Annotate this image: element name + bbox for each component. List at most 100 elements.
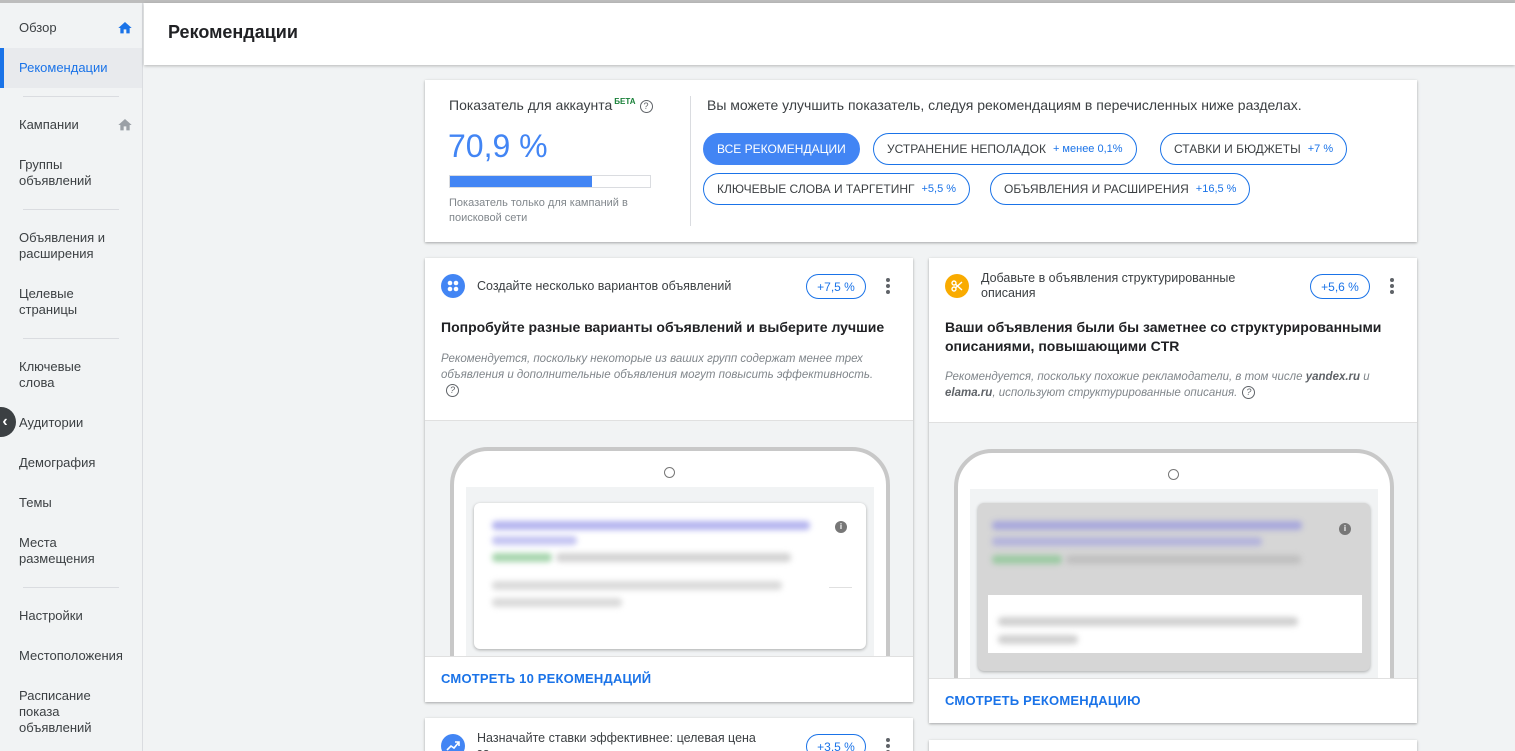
info-icon: i bbox=[1339, 523, 1351, 535]
trending-up-icon bbox=[441, 734, 465, 751]
blurred-headline bbox=[492, 521, 810, 530]
competitor-domain: elama.ru bbox=[945, 387, 993, 399]
score-note: Показатель только для кампаний в поисков… bbox=[449, 197, 628, 224]
more-options-icon[interactable] bbox=[886, 738, 890, 751]
sidebar-item-topics[interactable]: Темы bbox=[0, 495, 142, 511]
chip-label: СТАВКИ И БЮДЖЕТЫ bbox=[1174, 142, 1301, 156]
blurred-headline bbox=[992, 537, 1262, 546]
home-icon bbox=[118, 119, 132, 131]
card-heading: Добавьте в объявления структурированные … bbox=[981, 271, 1236, 300]
score-label: Показатель для аккаунта bbox=[449, 97, 613, 113]
sidebar-item-recommendations[interactable]: Рекомендации bbox=[0, 48, 142, 88]
score-progress-bar bbox=[449, 175, 651, 188]
card-description-text: Рекомендуется, поскольку похожие рекламо… bbox=[945, 371, 1306, 383]
phone-camera bbox=[664, 467, 675, 478]
sidebar-item-label: Обзор bbox=[19, 20, 57, 35]
blurred-url bbox=[992, 555, 1062, 564]
chip-keywords-targeting[interactable]: КЛЮЧЕВЫЕ СЛОВА И ТАРГЕТИНГ +5,5 % bbox=[703, 173, 971, 205]
phone-mockup: i bbox=[954, 449, 1394, 678]
page-header: Рекомендации bbox=[144, 3, 1515, 65]
blurred-url bbox=[492, 553, 552, 562]
sidebar-item-placements[interactable]: Места размещения bbox=[0, 535, 100, 567]
uplift-badge: +7,5 % bbox=[806, 274, 866, 299]
sidebar-item-campaigns[interactable]: Кампании bbox=[0, 117, 142, 133]
more-options-icon[interactable] bbox=[886, 278, 890, 294]
improve-text: Вы можете улучшить показатель, следуя ре… bbox=[707, 97, 1302, 113]
view-recommendations-link[interactable]: СМОТРЕТЬ 10 РЕКОМЕНДАЦИЙ bbox=[441, 671, 651, 686]
chip-label: КЛЮЧЕВЫЕ СЛОВА И ТАРГЕТИНГ bbox=[717, 182, 915, 196]
chip-ads-extensions[interactable]: ОБЪЯВЛЕНИЯ И РАСШИРЕНИЯ +16,5 % bbox=[990, 173, 1251, 205]
sidebar-item-settings[interactable]: Настройки bbox=[0, 608, 142, 624]
sidebar-item-label: Темы bbox=[19, 495, 52, 510]
chip-label: ВСЕ РЕКОМЕНДАЦИИ bbox=[717, 142, 846, 156]
snippet-area bbox=[988, 595, 1362, 653]
card-footer: СМОТРЕТЬ 10 РЕКОМЕНДАЦИЙ bbox=[425, 656, 913, 702]
sidebar-divider bbox=[23, 209, 119, 210]
sidebar-item-label: Настройки bbox=[19, 608, 83, 623]
sidebar-item-keywords[interactable]: Ключевые слова bbox=[0, 359, 100, 391]
ad-preview-box: i bbox=[474, 503, 866, 649]
chip-uplift: +5,5 % bbox=[921, 183, 957, 195]
blurred-description bbox=[492, 581, 782, 590]
sidebar-item-ad-schedule[interactable]: Расписание показа объявлений bbox=[0, 688, 100, 736]
sidebar-item-label: Кампании bbox=[19, 117, 79, 132]
sidebar-item-ad-groups[interactable]: Группы объявлений bbox=[0, 157, 100, 189]
chip-label: УСТРАНЕНИЕ НЕПОЛАДОК bbox=[887, 142, 1046, 156]
sidebar-item-label: Объявления и расширения bbox=[19, 230, 106, 261]
sidebar-item-label: Группы объявлений bbox=[19, 157, 92, 188]
card-heading: Создайте несколько вариантов объявлений bbox=[477, 279, 732, 293]
beta-badge: БЕТА bbox=[614, 97, 636, 107]
sidebar-item-label: Местоположения bbox=[19, 648, 123, 663]
apps-icon bbox=[441, 274, 465, 298]
ad-preview: i bbox=[425, 420, 913, 656]
uplift-badge: +5,6 % bbox=[1310, 274, 1370, 299]
help-icon[interactable]: ? bbox=[639, 99, 653, 113]
chip-uplift: +7 % bbox=[1307, 143, 1334, 155]
chip-uplift: + менее 0,1% bbox=[1052, 143, 1123, 155]
blurred-description bbox=[998, 635, 1078, 644]
sidebar-item-overview[interactable]: Обзор bbox=[0, 20, 142, 36]
sidebar-item-label: Места размещения bbox=[19, 535, 95, 566]
card-description: Рекомендуется, поскольку похожие рекламо… bbox=[945, 369, 1390, 401]
home-icon bbox=[118, 22, 132, 34]
more-options-icon[interactable] bbox=[1390, 278, 1394, 294]
chip-bids-budgets[interactable]: СТАВКИ И БЮДЖЕТЫ +7 % bbox=[1160, 133, 1348, 165]
ad-preview-box: i bbox=[978, 503, 1370, 671]
sidebar-item-label: Расписание показа объявлений bbox=[19, 688, 92, 735]
phone-mockup: i bbox=[450, 447, 890, 656]
recommendation-card-structured-snippets: Добавьте в объявления структурированные … bbox=[929, 258, 1417, 723]
blurred-description bbox=[998, 617, 1298, 626]
help-icon[interactable]: ? bbox=[446, 384, 459, 398]
phone-screen: i bbox=[970, 489, 1378, 678]
sidebar-item-landing-pages[interactable]: Целевые страницы bbox=[0, 286, 100, 318]
ad-preview: i bbox=[929, 422, 1417, 678]
score-divider bbox=[690, 96, 691, 226]
help-icon[interactable]: ? bbox=[1242, 386, 1256, 400]
view-recommendation-link[interactable]: СМОТРЕТЬ РЕКОМЕНДАЦИЮ bbox=[945, 693, 1141, 708]
card-description-text: , используют структурированные описания. bbox=[992, 387, 1238, 399]
sidebar-item-locations[interactable]: Местоположения bbox=[0, 648, 142, 664]
sidebar-divider bbox=[23, 338, 119, 339]
blurred-description bbox=[492, 598, 622, 607]
card-description: Рекомендуется, поскольку некоторые из ва… bbox=[441, 351, 891, 399]
sidebar-divider bbox=[23, 587, 119, 588]
recommendation-card-ad-variants: Создайте несколько вариантов объявлений … bbox=[425, 258, 913, 702]
chip-uplift: +16,5 % bbox=[1195, 183, 1237, 195]
blurred-headline bbox=[492, 536, 577, 545]
blurred-url bbox=[556, 553, 791, 562]
recommendation-card-bidding: Назначайте ставки эффективнее: целевая ц… bbox=[425, 718, 913, 751]
phone-camera bbox=[1168, 469, 1179, 480]
card-heading: Назначайте ставки эффективнее: целевая ц… bbox=[477, 731, 756, 751]
sidebar-item-ads-extensions[interactable]: Объявления и расширения bbox=[0, 230, 125, 262]
chip-troubleshooting[interactable]: УСТРАНЕНИЕ НЕПОЛАДОК + менее 0,1% bbox=[873, 133, 1137, 165]
sidebar: Обзор Рекомендации Кампании Группы объяв… bbox=[0, 3, 143, 751]
score-label-row: Показатель для аккаунта БЕТА? bbox=[449, 97, 653, 113]
sidebar-item-label: Демография bbox=[19, 455, 96, 470]
card-footer: СМОТРЕТЬ РЕКОМЕНДАЦИЮ bbox=[929, 678, 1417, 723]
sidebar-item-label: Целевые страницы bbox=[19, 286, 78, 317]
sidebar-item-demographics[interactable]: Демография bbox=[0, 455, 142, 471]
chevron-left-icon: ‹ bbox=[2, 413, 8, 430]
chip-all-recommendations[interactable]: ВСЕ РЕКОМЕНДАЦИИ bbox=[703, 133, 860, 165]
sidebar-item-audiences[interactable]: Аудитории bbox=[0, 415, 142, 431]
card-title: Попробуйте разные варианты объявлений и … bbox=[441, 319, 885, 335]
